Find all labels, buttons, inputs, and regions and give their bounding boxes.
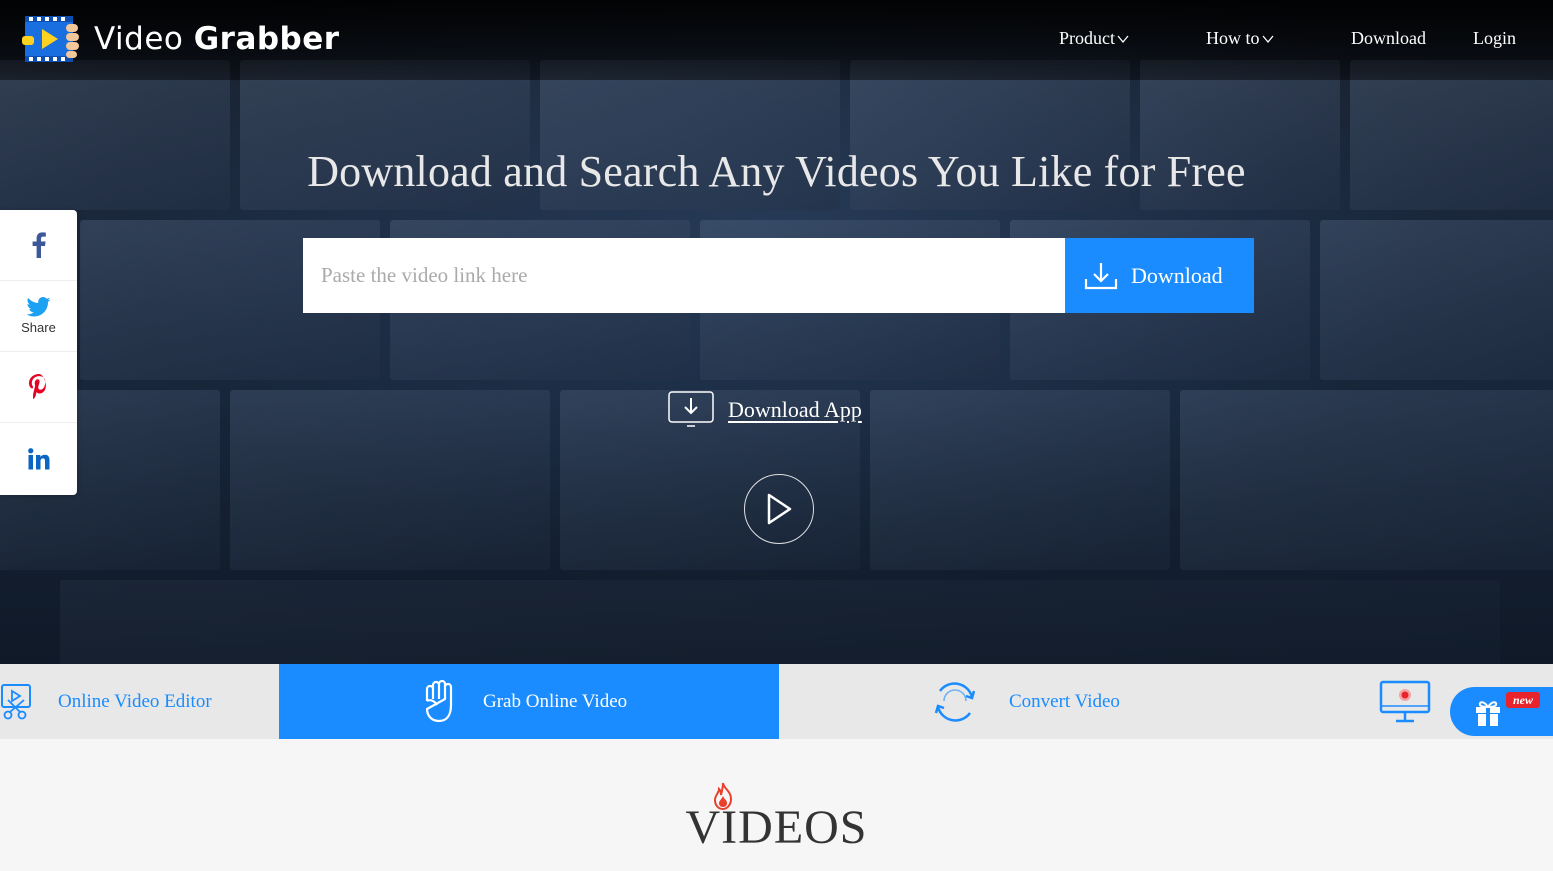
social-share-bar: Share bbox=[0, 210, 77, 495]
feature-tabs: Online Video Editor Grab Online Video Co… bbox=[0, 664, 1553, 739]
tab-convert-video-label: Convert Video bbox=[1009, 690, 1120, 712]
download-app-label: Download App bbox=[728, 397, 862, 422]
convert-arrows-icon bbox=[934, 681, 976, 722]
video-link-input[interactable] bbox=[303, 238, 1065, 313]
chevron-down-icon bbox=[1117, 35, 1129, 43]
download-icon bbox=[1084, 262, 1118, 289]
nav-how-to[interactable]: How to bbox=[1206, 28, 1274, 49]
nav-login[interactable]: Login bbox=[1473, 28, 1516, 49]
logo[interactable]: Video Grabber bbox=[22, 12, 340, 66]
brand-name: Video Grabber bbox=[94, 21, 340, 57]
grab-hand-icon bbox=[425, 679, 453, 722]
gift-icon bbox=[1476, 701, 1500, 726]
new-badge: new bbox=[1506, 692, 1540, 708]
nav-download[interactable]: Download bbox=[1351, 28, 1426, 49]
nav-download-label: Download bbox=[1351, 28, 1426, 48]
tab-online-video-editor[interactable]: Online Video Editor bbox=[0, 664, 279, 739]
download-button-label: Download bbox=[1131, 262, 1223, 288]
top-navbar: Video Grabber Product How to Download Lo… bbox=[0, 0, 1553, 80]
download-app-icon bbox=[668, 391, 714, 427]
linkedin-icon bbox=[27, 447, 49, 469]
chevron-down-icon bbox=[1262, 35, 1273, 43]
pinterest-icon bbox=[28, 374, 46, 400]
download-app-link[interactable]: Download App bbox=[668, 391, 862, 429]
video-grabber-logo-icon bbox=[22, 12, 80, 66]
tab-convert-video[interactable]: Convert Video bbox=[779, 664, 1259, 739]
twitter-share-button[interactable]: Share bbox=[0, 281, 77, 352]
tab-grab-online-video-label: Grab Online Video bbox=[483, 690, 628, 712]
twitter-icon bbox=[26, 297, 50, 317]
tab-online-video-editor-label: Online Video Editor bbox=[58, 690, 212, 712]
download-button[interactable]: Download bbox=[1065, 238, 1254, 313]
play-video-button[interactable] bbox=[744, 474, 814, 544]
nav-how-to-label: How to bbox=[1206, 28, 1260, 48]
hero-title: Download and Search Any Videos You Like … bbox=[307, 147, 1246, 196]
video-editor-icon bbox=[1, 683, 31, 719]
videos-section-title: VIDEOS bbox=[685, 801, 868, 854]
hero-banner bbox=[0, 0, 1553, 664]
share-label: Share bbox=[21, 320, 56, 335]
facebook-share-button[interactable] bbox=[0, 210, 77, 281]
screen-record-icon bbox=[1379, 680, 1431, 722]
facebook-icon bbox=[32, 232, 46, 258]
nav-product[interactable]: Product bbox=[1059, 28, 1129, 49]
tab-grab-online-video[interactable]: Grab Online Video bbox=[279, 664, 779, 739]
linkedin-share-button[interactable] bbox=[0, 423, 77, 494]
play-icon bbox=[767, 493, 792, 525]
tab-screen-recorder[interactable] bbox=[1376, 664, 1436, 739]
nav-product-label: Product bbox=[1059, 28, 1115, 48]
pinterest-share-button[interactable] bbox=[0, 352, 77, 423]
nav-login-label: Login bbox=[1473, 28, 1516, 48]
